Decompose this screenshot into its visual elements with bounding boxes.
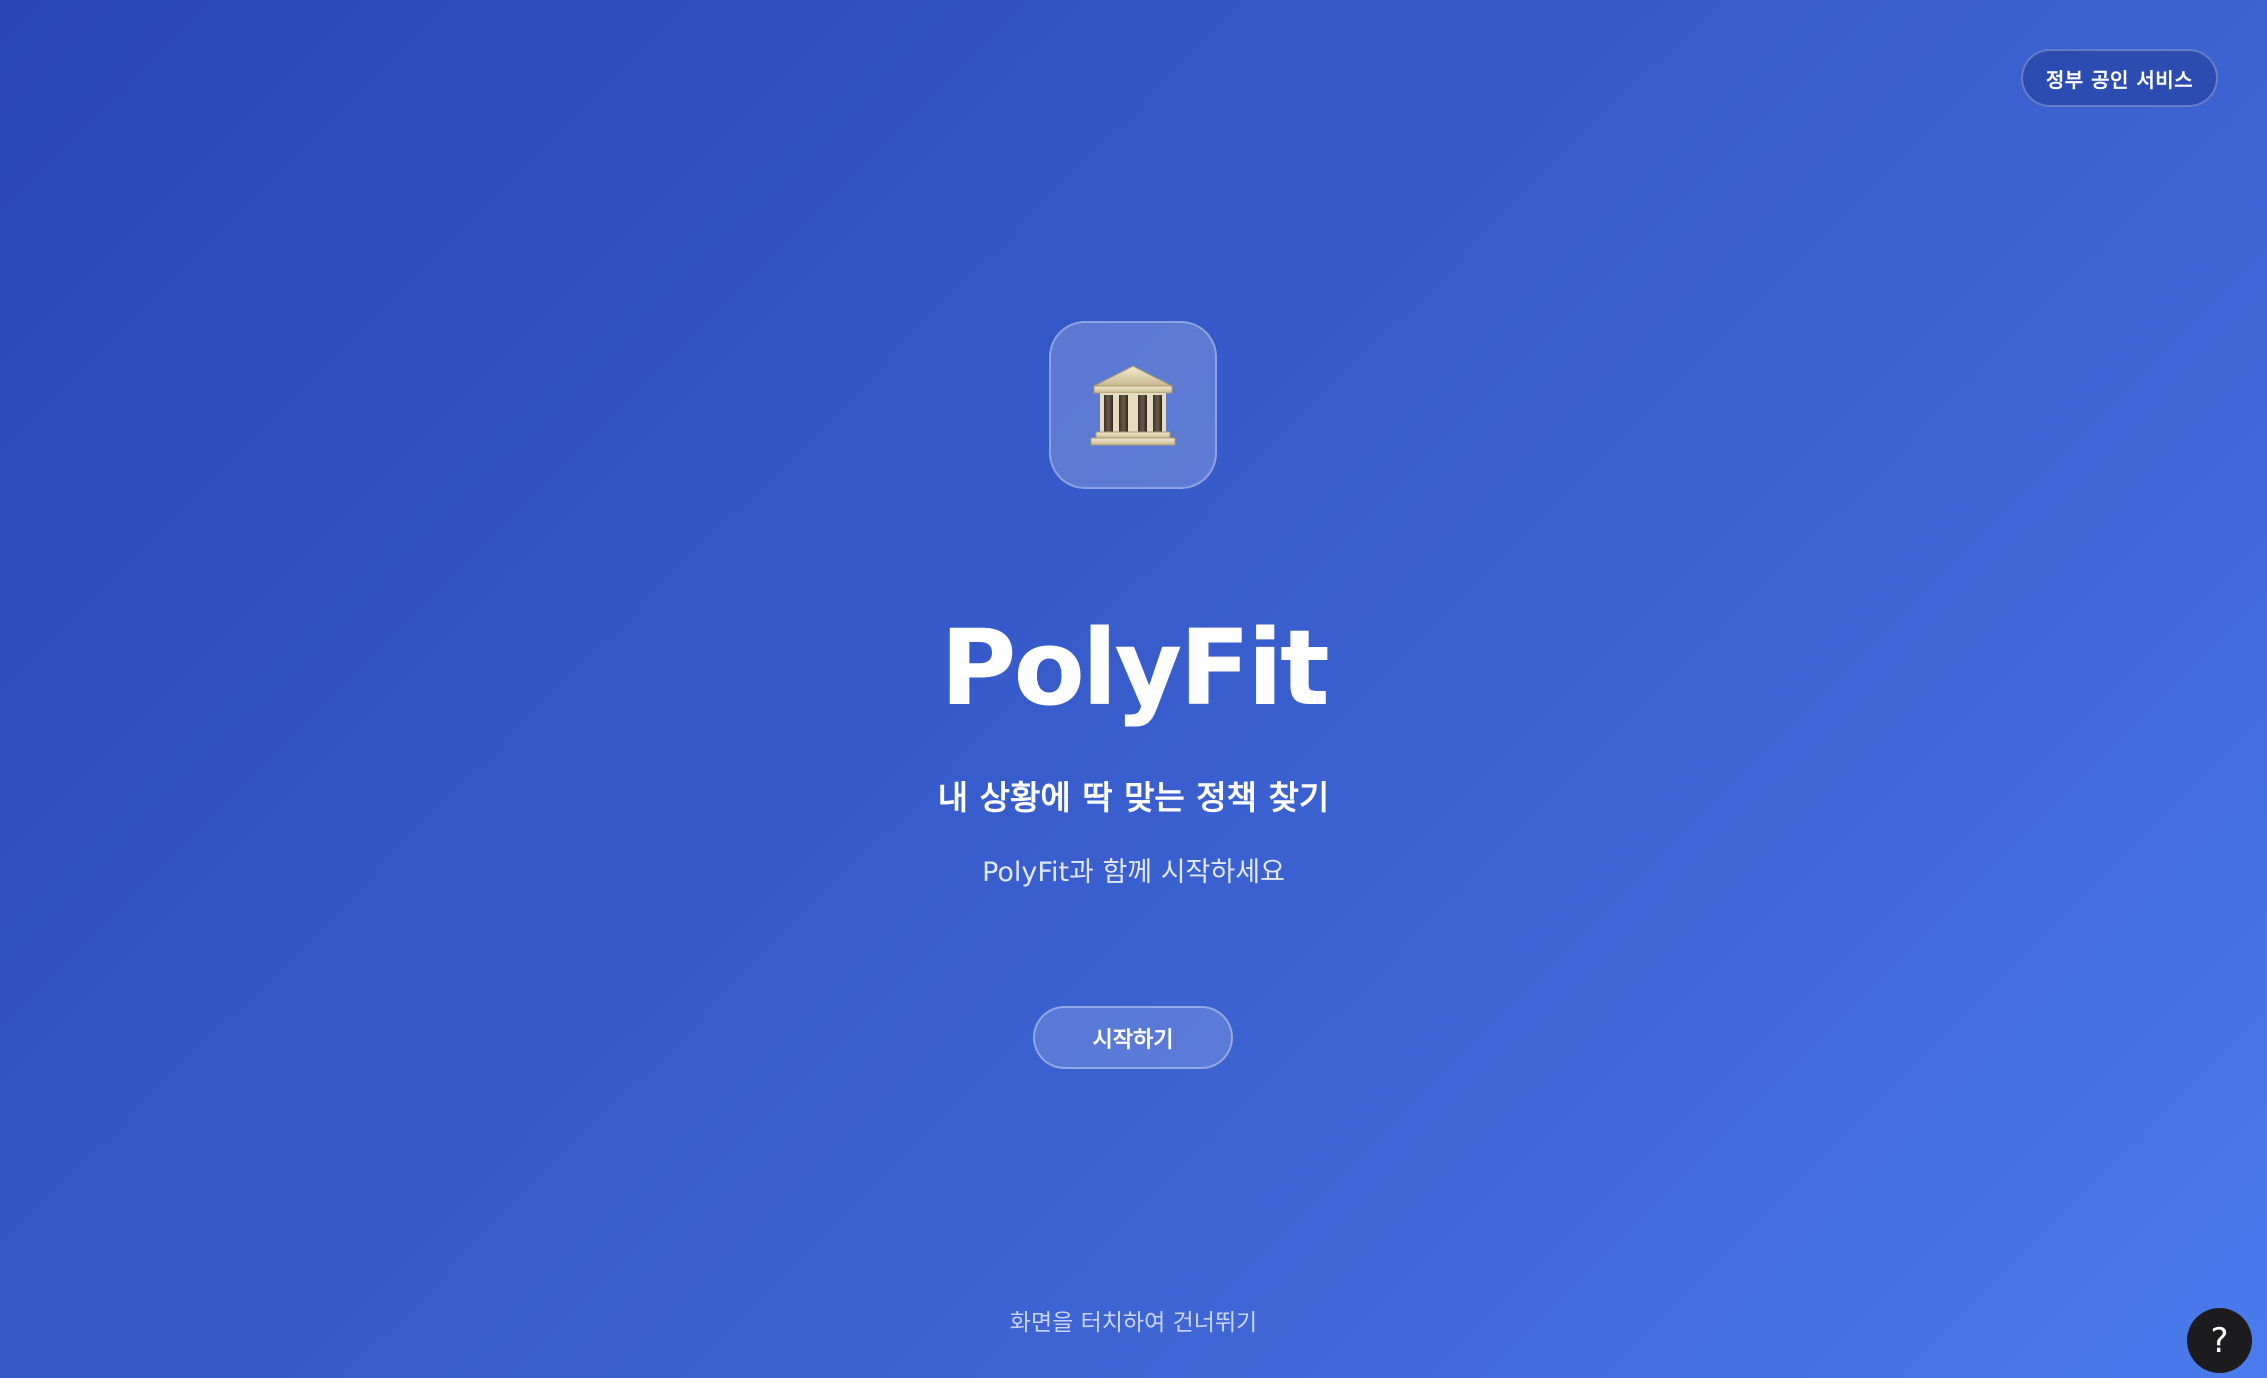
app-logo [1049, 321, 1217, 489]
classical-building-icon [1090, 365, 1176, 446]
app-subtitle: 내 상황에 딱 맞는 정책 찾기 [937, 778, 1330, 817]
skip-hint-text[interactable]: 화면을 터치하여 건너뛰기 [0, 1303, 2267, 1343]
question-mark-icon: ? [2210, 1320, 2229, 1361]
start-button[interactable]: 시작하기 [1033, 1006, 1233, 1069]
help-button[interactable]: ? [2187, 1308, 2252, 1373]
government-certified-badge: 정부 공인 서비스 [2021, 49, 2218, 107]
app-title: PolyFit [940, 607, 1330, 729]
app-description: PolyFit과 함께 시작하세요 [982, 857, 1285, 888]
